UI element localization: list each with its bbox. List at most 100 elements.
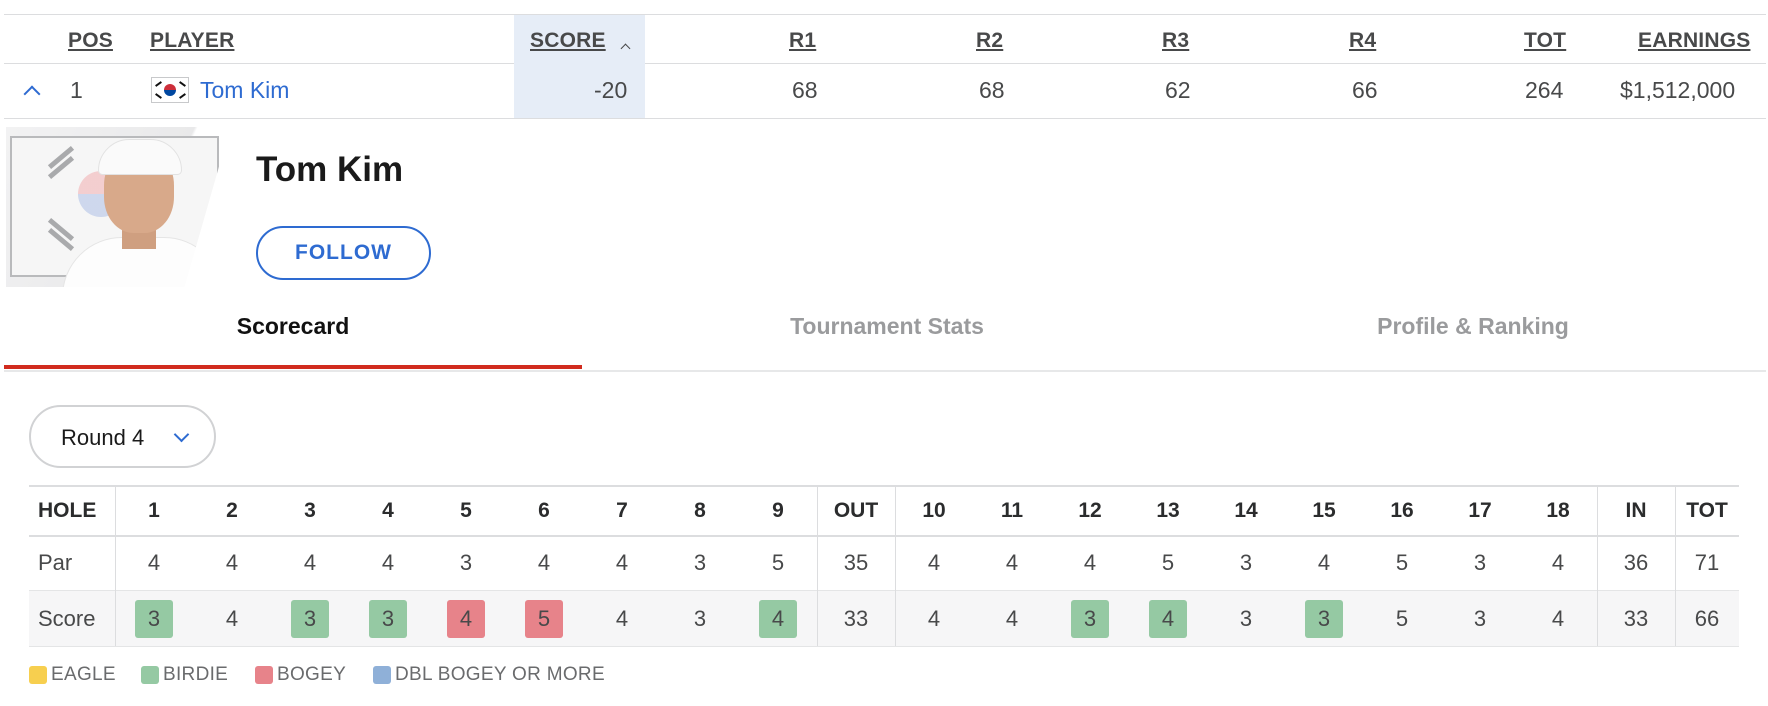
column-divider bbox=[115, 485, 116, 646]
score-cell: 3 bbox=[349, 591, 427, 646]
birdie-score-chip: 3 bbox=[291, 599, 329, 638]
scorecard-score-row: Score 3 4 3 3 4 5 4 3 4 33 4 4 3 4 3 3 5 3 4 33 66 bbox=[29, 591, 1739, 647]
row-r3: 62 bbox=[1165, 77, 1191, 103]
par-cell: 4 bbox=[1551, 549, 1565, 575]
tab-profile-ranking[interactable]: Profile & Ranking bbox=[1184, 313, 1762, 340]
par-cell: 4 bbox=[1005, 549, 1019, 575]
score-cell: 5 bbox=[1395, 605, 1409, 631]
hole-header-cell: OUT bbox=[833, 499, 879, 522]
tab-bar: Scorecard Tournament Stats Profile & Ran… bbox=[4, 290, 1766, 372]
score-row-label: Score bbox=[38, 605, 96, 631]
hole-header-cell: 12 bbox=[1078, 499, 1102, 522]
par-cell: 35 bbox=[843, 549, 869, 575]
par-cell: 4 bbox=[537, 549, 551, 575]
hole-header-cell: 1 bbox=[148, 499, 160, 522]
south-korea-flag-icon bbox=[151, 77, 189, 103]
hole-header-cell: IN bbox=[1625, 499, 1647, 522]
header-r3[interactable]: R3 bbox=[1162, 29, 1189, 53]
score-cell: 4 bbox=[1005, 605, 1019, 631]
score-cell: 3 bbox=[1239, 605, 1253, 631]
round-dropdown-value: Round 4 bbox=[61, 425, 145, 450]
header-tot[interactable]: TOT bbox=[1524, 29, 1566, 53]
leaderboard-row[interactable]: 1 Tom Kim -20 68 68 62 66 264 $1,512,000 bbox=[4, 63, 1766, 119]
active-tab-indicator bbox=[4, 365, 582, 369]
par-row-label: Par bbox=[38, 549, 73, 575]
score-cell: 3 bbox=[693, 605, 707, 631]
header-r1[interactable]: R1 bbox=[789, 29, 816, 53]
row-r2: 68 bbox=[979, 77, 1005, 103]
hole-header-cell: 17 bbox=[1468, 499, 1492, 522]
score-cell: 3 bbox=[1051, 591, 1129, 646]
par-cell: 4 bbox=[303, 549, 317, 575]
tab-tournament-stats[interactable]: Tournament Stats bbox=[598, 313, 1176, 340]
header-row-label: HOLE bbox=[38, 499, 97, 522]
score-cell: 3 bbox=[1285, 591, 1363, 646]
hole-header-cell: 16 bbox=[1390, 499, 1414, 522]
hole-header-cell: 14 bbox=[1234, 499, 1258, 522]
follow-button[interactable]: FOLLOW bbox=[256, 226, 431, 280]
column-divider bbox=[817, 485, 818, 646]
legend-label: EAGLE bbox=[51, 664, 116, 685]
score-cell: 3 bbox=[115, 591, 193, 646]
par-cell: 5 bbox=[771, 549, 785, 575]
score-cell: 4 bbox=[427, 591, 505, 646]
birdie-score-chip: 4 bbox=[1149, 599, 1187, 638]
hole-header-cell: 4 bbox=[382, 499, 394, 522]
par-cell: 4 bbox=[147, 549, 161, 575]
legend-swatch bbox=[29, 666, 47, 684]
collapse-chevron-icon[interactable] bbox=[23, 85, 41, 103]
hole-header-cell: 11 bbox=[1000, 499, 1024, 522]
par-cell: 4 bbox=[615, 549, 629, 575]
par-cell: 4 bbox=[381, 549, 395, 575]
legend-item-bogey: BOGEY bbox=[255, 664, 346, 686]
par-cell: 3 bbox=[1473, 549, 1487, 575]
score-cell: 66 bbox=[1694, 605, 1720, 631]
legend-swatch bbox=[373, 666, 391, 684]
row-pos: 1 bbox=[70, 77, 83, 103]
player-name: Tom Kim bbox=[256, 150, 404, 189]
leaderboard-header: POS PLAYER SCORE R1 R2 R3 R4 TOT EARNING… bbox=[4, 14, 1766, 64]
par-cell: 4 bbox=[225, 549, 239, 575]
header-player[interactable]: PLAYER bbox=[150, 29, 234, 53]
hole-header-cell: 9 bbox=[772, 499, 784, 522]
score-cell: 3 bbox=[271, 591, 349, 646]
row-tot: 264 bbox=[1525, 77, 1564, 103]
par-cell: 71 bbox=[1694, 549, 1720, 575]
hole-header-cell: TOT bbox=[1686, 499, 1728, 522]
legend-item-birdie: BIRDIE bbox=[141, 664, 228, 686]
par-cell: 5 bbox=[1161, 549, 1175, 575]
par-cell: 36 bbox=[1623, 549, 1649, 575]
hole-header-cell: 15 bbox=[1312, 499, 1336, 522]
score-cell: 4 bbox=[739, 591, 817, 646]
bogey-score-chip: 4 bbox=[447, 599, 485, 638]
header-score[interactable]: SCORE bbox=[530, 29, 606, 53]
par-cell: 4 bbox=[927, 549, 941, 575]
legend-label: DBL BOGEY OR MORE bbox=[395, 664, 605, 685]
hole-header-cell: 6 bbox=[538, 499, 550, 522]
score-cell: 4 bbox=[1129, 591, 1207, 646]
hole-header-cell: 13 bbox=[1156, 499, 1180, 522]
round-dropdown[interactable]: Round 4 bbox=[29, 405, 216, 468]
tab-scorecard[interactable]: Scorecard bbox=[4, 313, 582, 340]
column-divider bbox=[1675, 485, 1676, 646]
hole-header-cell: 5 bbox=[460, 499, 472, 522]
par-cell: 5 bbox=[1395, 549, 1409, 575]
hole-header-cell: 2 bbox=[226, 499, 238, 522]
par-cell: 4 bbox=[1317, 549, 1331, 575]
header-r2[interactable]: R2 bbox=[976, 29, 1003, 53]
score-cell: 4 bbox=[615, 605, 629, 631]
birdie-score-chip: 3 bbox=[369, 599, 407, 638]
scorecard-header-row: HOLE 1 2 3 4 5 6 7 8 9 OUT 10 11 12 13 14 15 16 17 18 IN TOT bbox=[29, 485, 1739, 537]
header-earnings[interactable]: EARNINGS bbox=[1638, 29, 1750, 53]
column-divider bbox=[1597, 485, 1598, 646]
birdie-score-chip: 3 bbox=[135, 599, 173, 638]
header-r4[interactable]: R4 bbox=[1349, 29, 1376, 53]
header-pos[interactable]: POS bbox=[68, 29, 113, 53]
hole-header-cell: 18 bbox=[1546, 499, 1570, 522]
hole-header-cell: 8 bbox=[694, 499, 706, 522]
par-cell: 3 bbox=[1239, 549, 1253, 575]
legend-label: BOGEY bbox=[277, 664, 347, 685]
legend-swatch bbox=[141, 666, 159, 684]
legend-item-eagle: EAGLE bbox=[29, 664, 116, 686]
player-link[interactable]: Tom Kim bbox=[200, 77, 289, 104]
